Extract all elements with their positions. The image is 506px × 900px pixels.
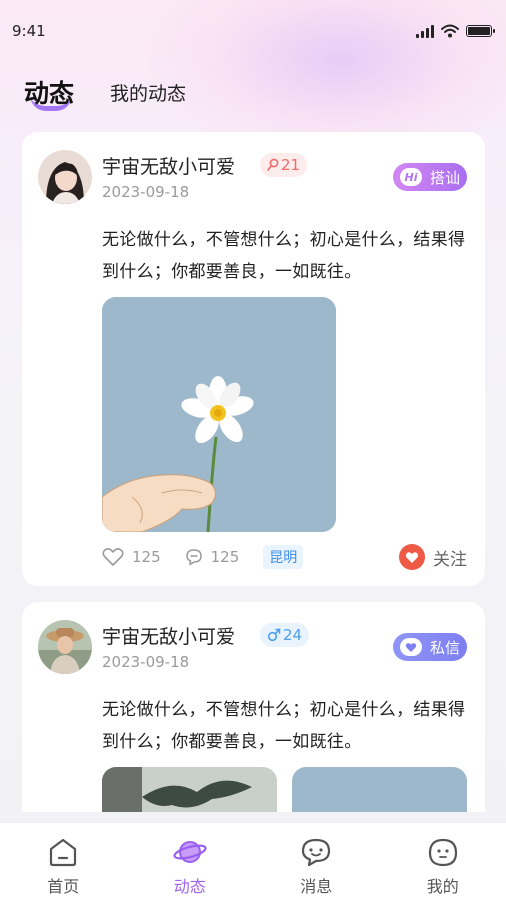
comment-button[interactable]: 125: [185, 548, 240, 566]
tab-my-posts[interactable]: 我的动态: [110, 79, 186, 106]
like-count: 125: [132, 548, 161, 566]
avatar[interactable]: [38, 150, 92, 204]
username[interactable]: 宇宙无敌小可爱: [102, 152, 235, 179]
heart-outline-icon: [102, 548, 124, 566]
age-badge: 21: [260, 153, 308, 177]
post-image[interactable]: [292, 767, 467, 812]
nav-home[interactable]: 首页: [0, 823, 127, 900]
home-icon: [46, 835, 80, 869]
post-card[interactable]: 宇宙无敌小可爱 24 2023-09-18 私信 无论做什么，不管想什么；初心是…: [22, 602, 485, 812]
post-date: 2023-09-18: [102, 653, 190, 671]
status-bar: 9:41: [0, 0, 506, 60]
header-tabs: 动态 我的动态: [22, 70, 186, 114]
message-label: 私信: [429, 638, 460, 657]
age-badge: 24: [260, 623, 310, 647]
nav-feed[interactable]: 动态: [127, 823, 254, 900]
hi-icon: Hi: [399, 168, 422, 186]
nav-messages[interactable]: 消息: [253, 823, 380, 900]
tab-feed-label: 动态: [24, 79, 75, 108]
username[interactable]: 宇宙无敌小可爱: [102, 622, 235, 649]
chat-up-label: 搭讪: [429, 168, 460, 187]
like-button[interactable]: 125: [102, 547, 161, 567]
message-button[interactable]: 私信: [393, 633, 467, 661]
status-time: 9:41: [12, 22, 46, 40]
comment-icon: [185, 549, 202, 566]
nav-messages-label: 消息: [300, 877, 333, 896]
battery-icon: [466, 25, 495, 37]
follow-label: 关注: [433, 549, 467, 570]
female-icon: [267, 158, 279, 171]
post-date: 2023-09-18: [102, 183, 190, 201]
post-card[interactable]: 宇宙无敌小可爱 21 2023-09-18 Hi 搭讪 无论做什么，不管想什么；…: [22, 132, 485, 586]
post-meta: 125 125 昆明: [102, 544, 304, 570]
nav-profile-label: 我的: [426, 877, 459, 896]
feed-list[interactable]: 宇宙无敌小可爱 21 2023-09-18 Hi 搭讪 无论做什么，不管想什么；…: [22, 132, 485, 812]
post-image[interactable]: [102, 297, 336, 532]
post-image[interactable]: [102, 767, 277, 812]
location-tag[interactable]: 昆明: [263, 545, 304, 569]
chat-bubble-icon: [299, 835, 333, 869]
nav-home-label: 首页: [47, 877, 80, 896]
avatar[interactable]: [38, 620, 92, 674]
chat-up-button[interactable]: Hi 搭讪: [393, 163, 467, 191]
signal-icon: [416, 24, 434, 38]
face-icon: [426, 835, 460, 869]
comment-count: 125: [210, 548, 240, 566]
follow-button[interactable]: 关注: [399, 544, 467, 570]
wifi-icon: [441, 24, 459, 38]
tab-feed[interactable]: 动态: [22, 74, 76, 111]
nav-profile[interactable]: 我的: [380, 823, 506, 900]
nav-feed-label: 动态: [173, 877, 206, 896]
bottom-nav: 首页 动态 消息 我的: [0, 822, 506, 900]
post-text: 无论做什么，不管想什么；初心是什么，结果得到什么；你都要善良，一如既往。: [102, 230, 466, 282]
follow-heart-icon: [399, 544, 425, 570]
age-value: 21: [281, 156, 301, 174]
age-value: 24: [283, 626, 303, 644]
heart-icon: [399, 638, 422, 656]
status-icons: [416, 24, 495, 38]
post-text: 无论做什么，不管想什么；初心是什么，结果得到什么；你都要善良，一如既往。: [102, 700, 466, 752]
male-icon: [267, 628, 281, 642]
planet-icon: [173, 835, 207, 869]
